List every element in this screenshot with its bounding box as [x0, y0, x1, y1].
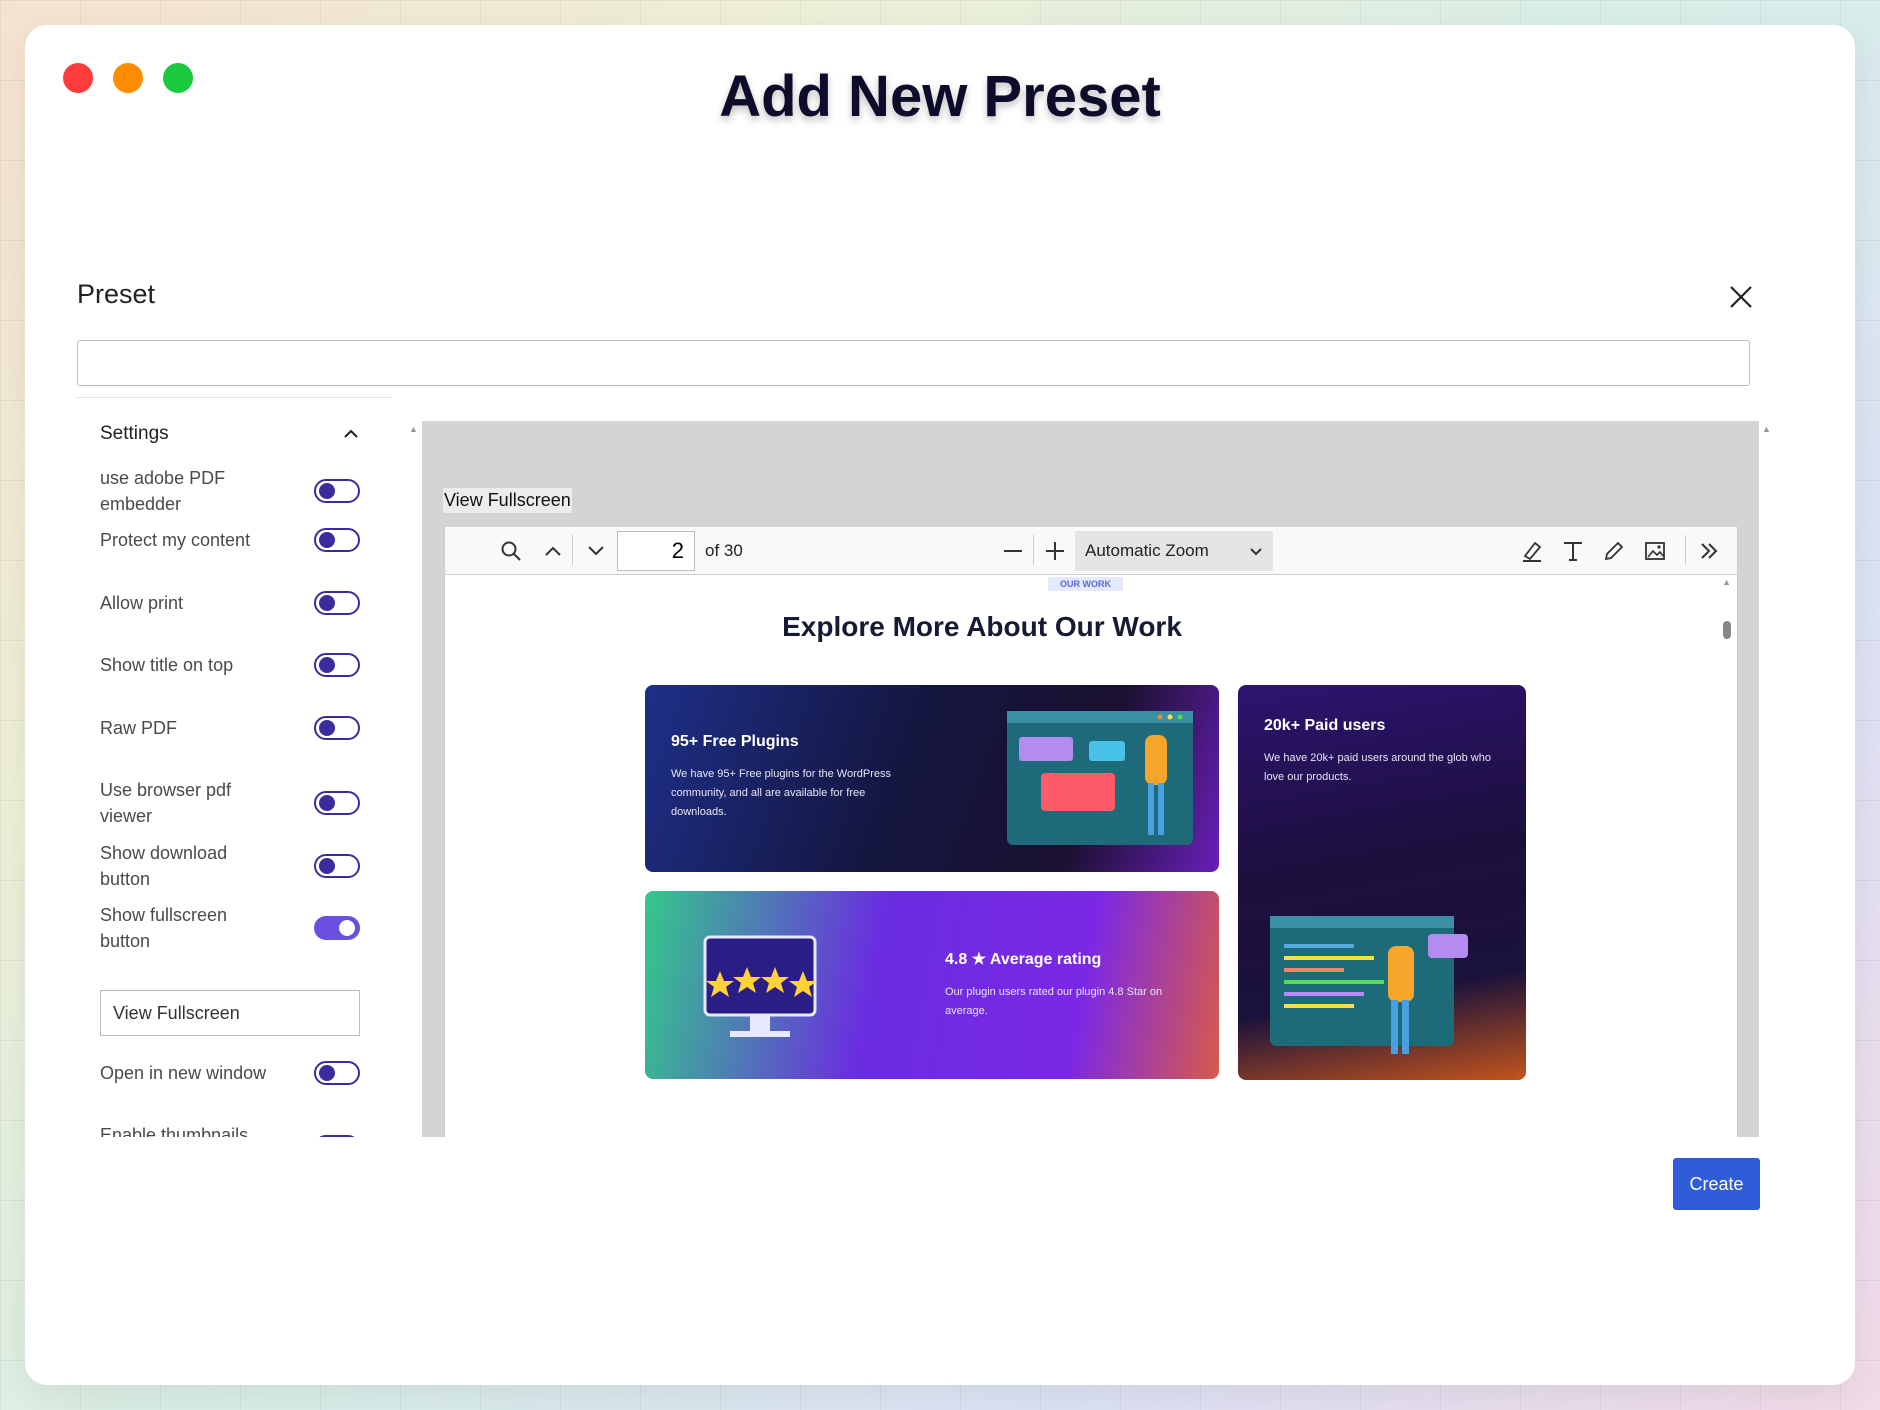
setting-label: Open in new window	[100, 1063, 267, 1083]
card-title: 95+ Free Plugins	[671, 733, 799, 750]
search-icon[interactable]	[495, 535, 527, 567]
plus-icon[interactable]	[1039, 535, 1071, 567]
chevron-up-icon	[344, 429, 358, 438]
toggle-allow-print[interactable]	[314, 591, 360, 615]
card-text: We have 20k+ paid users around the glob …	[1264, 752, 1491, 783]
viewer-scrollbar-thumb[interactable]	[1723, 621, 1731, 639]
setting-label: Use browser pdf viewer	[100, 780, 232, 826]
toggle-new-window[interactable]	[314, 1061, 360, 1085]
close-icon[interactable]	[1723, 279, 1759, 315]
setting-label: Allow print	[100, 593, 184, 613]
view-fullscreen-button[interactable]: View Fullscreen	[443, 488, 572, 513]
pdf-page: OUR WORK Explore More About Our Work 95+…	[445, 575, 1739, 1137]
toggle-adobe-embedder[interactable]	[314, 479, 360, 503]
page-total: of 30	[705, 541, 743, 560]
create-button[interactable]: Create	[1673, 1158, 1760, 1210]
pdf-preview: View Fullscreen of 30 Automatic Zoo	[422, 421, 1759, 1137]
rating-illustration	[703, 935, 817, 1037]
preset-label: Preset	[77, 279, 156, 309]
setting-row-raw-pdf: Raw PDF	[100, 715, 360, 741]
toggle-browser-viewer[interactable]	[314, 791, 360, 815]
page-number-input[interactable]	[617, 531, 695, 571]
page-title: Add New Preset	[719, 64, 1161, 129]
settings-scroll-up-icon[interactable]: ▲	[409, 424, 418, 434]
document-title: Explore More About Our Work	[782, 611, 1182, 642]
card-paid-users: 20k+ Paid users We have 20k+ paid users …	[1238, 685, 1526, 1080]
setting-label: Protect my content	[100, 530, 251, 550]
developer-illustration	[1270, 916, 1468, 1054]
settings-panel: Settings use adobe PDF embedder Protect …	[77, 397, 397, 1137]
card-text: Our plugin users rated our plugin 4.8 St…	[945, 986, 1163, 1017]
toggle-thumbnails[interactable]	[314, 1135, 360, 1137]
toolbar-separator	[572, 535, 573, 565]
setting-label: Enable thumbnails	[100, 1125, 249, 1137]
setting-row-allow-print: Allow print	[100, 590, 360, 616]
chevron-up-icon[interactable]	[537, 535, 569, 567]
setting-row-new-window: Open in new window	[100, 1060, 360, 1086]
setting-row-fullscreen-button: Show fullscreen button	[100, 902, 360, 954]
setting-row-adobe-embedder: use adobe PDF embedder	[100, 465, 360, 517]
toggle-fullscreen-button[interactable]	[314, 916, 360, 940]
text-icon[interactable]	[1557, 535, 1589, 567]
setting-row-download-button: Show download button	[100, 840, 360, 892]
card-title: 4.8 ★ Average rating	[945, 951, 1102, 968]
chevron-down-icon	[1250, 547, 1262, 555]
setting-row-browser-viewer: Use browser pdf viewer	[100, 777, 360, 829]
setting-label: use adobe PDF embedder	[100, 468, 226, 514]
pdf-viewer: of 30 Automatic Zoom	[444, 527, 1738, 1137]
setting-row-protect-content: Protect my content	[100, 527, 360, 553]
toolbar-separator	[1685, 535, 1686, 565]
setting-label: Show title on top	[100, 655, 234, 675]
toggle-protect-content[interactable]	[314, 528, 360, 552]
setting-label: Raw PDF	[100, 718, 178, 738]
setting-label: Show download button	[100, 843, 228, 889]
image-icon[interactable]	[1639, 535, 1671, 567]
card-average-rating: 4.8 ★ Average rating Our plugin users ra…	[645, 891, 1219, 1079]
preview-scroll-up-icon[interactable]: ▲	[1762, 424, 1771, 434]
viewer-scroll-up-icon[interactable]: ▲	[1722, 577, 1731, 587]
settings-accordion-header[interactable]: Settings	[100, 419, 360, 449]
toggle-show-title[interactable]	[314, 653, 360, 677]
preset-name-input[interactable]	[77, 340, 1750, 386]
zoom-select[interactable]: Automatic Zoom	[1075, 531, 1273, 571]
toggle-raw-pdf[interactable]	[314, 716, 360, 740]
chevron-down-icon[interactable]	[580, 535, 612, 567]
fullscreen-text-input[interactable]	[100, 990, 360, 1036]
setting-row-thumbnails: Enable thumbnails	[100, 1111, 360, 1137]
double-chevron-right-icon[interactable]	[1693, 535, 1725, 567]
card-title: 20k+ Paid users	[1264, 717, 1386, 734]
code-window-illustration	[1007, 711, 1193, 845]
card-free-plugins: 95+ Free Plugins We have 95+ Free plugin…	[645, 685, 1219, 872]
zoom-value: Automatic Zoom	[1085, 541, 1209, 560]
card-text: We have 95+ Free plugins for the WordPre…	[671, 768, 892, 818]
toggle-download-button[interactable]	[314, 854, 360, 878]
minus-icon[interactable]	[997, 535, 1029, 567]
setting-label: Show fullscreen button	[100, 905, 228, 951]
setting-row-show-title: Show title on top	[100, 652, 360, 678]
section-badge: OUR WORK	[1048, 577, 1123, 591]
settings-heading: Settings	[100, 423, 169, 444]
pencil-icon[interactable]	[1598, 535, 1630, 567]
toolbar-separator	[1033, 535, 1034, 565]
highlighter-icon[interactable]	[1516, 535, 1548, 567]
pdf-toolbar: of 30 Automatic Zoom	[445, 527, 1737, 575]
